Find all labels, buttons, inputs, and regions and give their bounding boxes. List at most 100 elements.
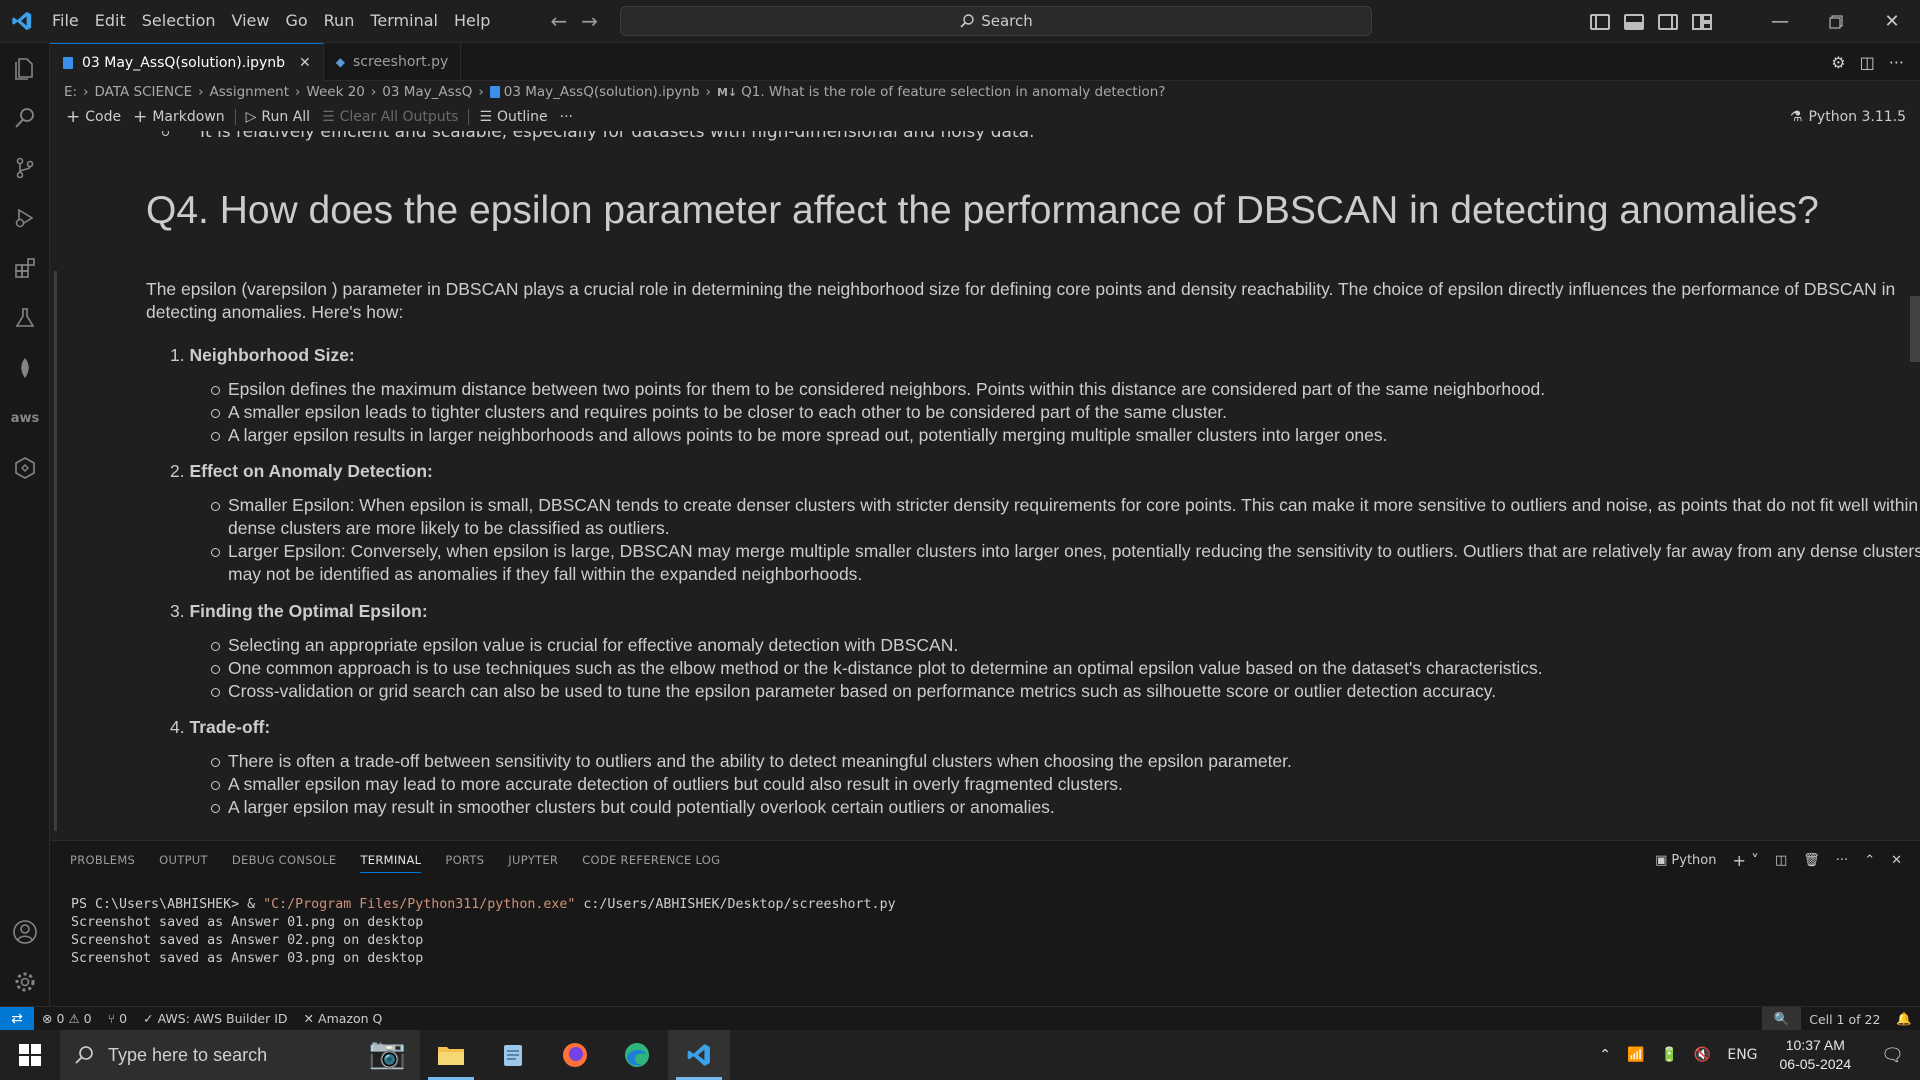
outline-icon: ☰	[479, 109, 492, 125]
more-actions-icon[interactable]: ···	[1889, 53, 1904, 72]
kill-terminal-trash-icon[interactable]: 🗑	[1803, 853, 1820, 868]
tab-notebook[interactable]: 03 May_AssQ(solution).ipynb ✕	[50, 43, 324, 81]
cell-position-status[interactable]: Cell 1 of 22	[1801, 1012, 1888, 1027]
volume-muted-icon[interactable]: 🔇	[1686, 1047, 1719, 1063]
tab-debug-console[interactable]: DEBUG CONSOLE	[232, 853, 337, 873]
clock[interactable]: 10:37 AM 06-05-2024	[1766, 1036, 1866, 1074]
outline-button[interactable]: ☰ Outline	[473, 109, 553, 125]
add-markdown-cell-button[interactable]: + Markdown	[127, 107, 231, 127]
vertical-scrollbar-thumb[interactable]	[1910, 296, 1920, 362]
menu-edit[interactable]: Edit	[87, 6, 134, 36]
file-explorer-app-icon[interactable]	[420, 1030, 482, 1080]
breadcrumb-item[interactable]: DATA SCIENCE	[94, 84, 192, 100]
split-terminal-icon[interactable]: ◫	[1775, 853, 1787, 868]
tab-terminal[interactable]: TERMINAL	[360, 853, 422, 873]
aws-status[interactable]: ✓ AWS: AWS Builder ID	[135, 1011, 295, 1026]
section-trade-off: 4. Trade-off: There is often a trade-off…	[170, 714, 1920, 819]
firefox-app-icon[interactable]	[544, 1030, 606, 1080]
panel-actions: ▣ Python + ˅ ◫ 🗑 ··· ⌃ ✕	[1655, 851, 1902, 870]
settings-gear-icon[interactable]	[0, 960, 50, 1004]
kernel-picker[interactable]: ⚗ Python 3.11.5	[1790, 109, 1906, 125]
section-finding-optimal-epsilon: 3. Finding the Optimal Epsilon: Selectin…	[170, 598, 1920, 703]
close-tab-icon[interactable]: ✕	[299, 55, 311, 71]
split-editor-icon[interactable]: ◫	[1860, 53, 1875, 72]
taskbar-search[interactable]: Type here to search 📷	[60, 1030, 420, 1080]
close-panel-icon[interactable]: ✕	[1891, 853, 1902, 868]
ports-status[interactable]: ⑂ 0	[100, 1011, 135, 1026]
battery-icon[interactable]: 🔋	[1652, 1047, 1685, 1063]
toolbar-more-button[interactable]: ···	[554, 109, 579, 125]
tab-output[interactable]: OUTPUT	[159, 853, 208, 873]
search-sidebar-icon[interactable]	[0, 96, 50, 140]
tab-jupyter[interactable]: JUPYTER	[508, 853, 558, 873]
status-bar: ⇄ ⊗ 0 ⚠ 0 ⑂ 0 ✓ AWS: AWS Builder ID ✕ Amazon …	[0, 1006, 1920, 1031]
notebook-toolbar: + Code + Markdown ▷ Run All ☰ Clear All Outp…	[50, 103, 1920, 131]
toggle-secondary-sidebar-icon[interactable]	[1658, 13, 1678, 30]
windows-start-icon[interactable]	[0, 1030, 60, 1080]
breadcrumb-item[interactable]: E:	[64, 84, 77, 100]
notification-center-icon[interactable]: 🗨	[1865, 1045, 1920, 1066]
restore-button[interactable]	[1808, 0, 1864, 43]
network-icon[interactable]: 📶	[1619, 1047, 1652, 1063]
close-window-button[interactable]: ✕	[1864, 0, 1920, 43]
remote-indicator-icon[interactable]: ⇄	[0, 1006, 34, 1031]
run-all-button[interactable]: ▷ Run All	[240, 109, 316, 125]
menu-file[interactable]: File	[44, 6, 87, 36]
command-center-search[interactable]: Search	[620, 6, 1372, 36]
back-arrow-icon[interactable]: ←	[550, 9, 567, 33]
list-item: Cross-validation or grid search can also…	[170, 680, 1920, 703]
minimize-button[interactable]: —	[1752, 0, 1808, 43]
tab-problems[interactable]: PROBLEMS	[70, 853, 135, 873]
menu-view[interactable]: View	[224, 6, 278, 36]
show-hidden-icons-chevron-icon[interactable]: ⌃	[1591, 1047, 1619, 1063]
menu-go[interactable]: Go	[277, 6, 315, 36]
section-number: 2.	[170, 461, 185, 481]
breadcrumb-item[interactable]: Assignment	[210, 84, 289, 100]
tab-ports[interactable]: PORTS	[445, 853, 484, 873]
maximize-panel-chevron-up-icon[interactable]: ⌃	[1864, 853, 1875, 868]
notifications-bell-icon[interactable]: 🔔	[1888, 1011, 1920, 1027]
menu-run[interactable]: Run	[316, 6, 363, 36]
edge-app-icon[interactable]	[606, 1030, 668, 1080]
clear-all-outputs-button[interactable]: ☰ Clear All Outputs	[316, 109, 464, 125]
toggle-panel-icon[interactable]	[1624, 13, 1644, 30]
menu-terminal[interactable]: Terminal	[362, 6, 446, 36]
notebook-settings-gear-icon[interactable]: ⚙	[1831, 53, 1845, 72]
hexagon-extension-icon[interactable]	[0, 446, 50, 490]
amazon-q-status[interactable]: ✕ Amazon Q	[296, 1011, 391, 1026]
breadcrumb-item[interactable]: 03 May_AssQ(solution).ipynb	[504, 84, 700, 100]
breadcrumb-item[interactable]: Q1. What is the role of feature selectio…	[741, 84, 1165, 100]
new-terminal-icon[interactable]: + ˅	[1732, 851, 1759, 870]
camera-decoration-icon: 📷	[368, 1037, 406, 1070]
accounts-icon[interactable]	[0, 910, 50, 954]
toggle-primary-sidebar-icon[interactable]	[1590, 13, 1610, 30]
aws-icon[interactable]: aws	[0, 396, 50, 440]
problems-status[interactable]: ⊗ 0 ⚠ 0	[34, 1011, 100, 1026]
explorer-icon[interactable]	[0, 46, 50, 90]
terminal-output[interactable]: PS C:\Users\ABHISHEK> & "C:/Program File…	[71, 896, 896, 968]
add-code-cell-button[interactable]: + Code	[60, 107, 127, 127]
notepad-app-icon[interactable]	[482, 1030, 544, 1080]
clear-outputs-icon: ☰	[322, 109, 335, 125]
leaf-extension-icon[interactable]	[0, 346, 50, 390]
run-debug-icon[interactable]	[0, 196, 50, 240]
tab-python-file[interactable]: ◆ screeshort.py	[324, 43, 462, 81]
menu-help[interactable]: Help	[446, 6, 498, 36]
language-indicator[interactable]: ENG	[1719, 1047, 1765, 1063]
customize-layout-icon[interactable]	[1692, 13, 1712, 30]
section-neighborhood-size: 1. Neighborhood Size: Epsilon defines th…	[170, 342, 1920, 447]
menu-selection[interactable]: Selection	[134, 6, 224, 36]
forward-arrow-icon[interactable]: →	[581, 9, 598, 33]
breadcrumb-item[interactable]: Week 20	[306, 84, 364, 100]
terminal-profile[interactable]: ▣ Python	[1655, 853, 1716, 868]
tab-code-reference-log[interactable]: CODE REFERENCE LOG	[582, 853, 720, 873]
breadcrumb-item[interactable]: 03 May_AssQ	[382, 84, 472, 100]
testing-flask-icon[interactable]	[0, 296, 50, 340]
zoom-status[interactable]: 🔍	[1761, 1007, 1802, 1031]
panel-more-icon[interactable]: ···	[1836, 853, 1848, 868]
source-control-icon[interactable]	[0, 146, 50, 190]
notebook-content[interactable]: It is relatively efficient and scalable,…	[50, 131, 1920, 840]
extensions-icon[interactable]	[0, 246, 50, 290]
vscode-app-icon[interactable]	[668, 1030, 730, 1080]
terminal-script-path: c:/Users/ABHISHEK/Desktop/screeshort.py	[575, 897, 896, 912]
